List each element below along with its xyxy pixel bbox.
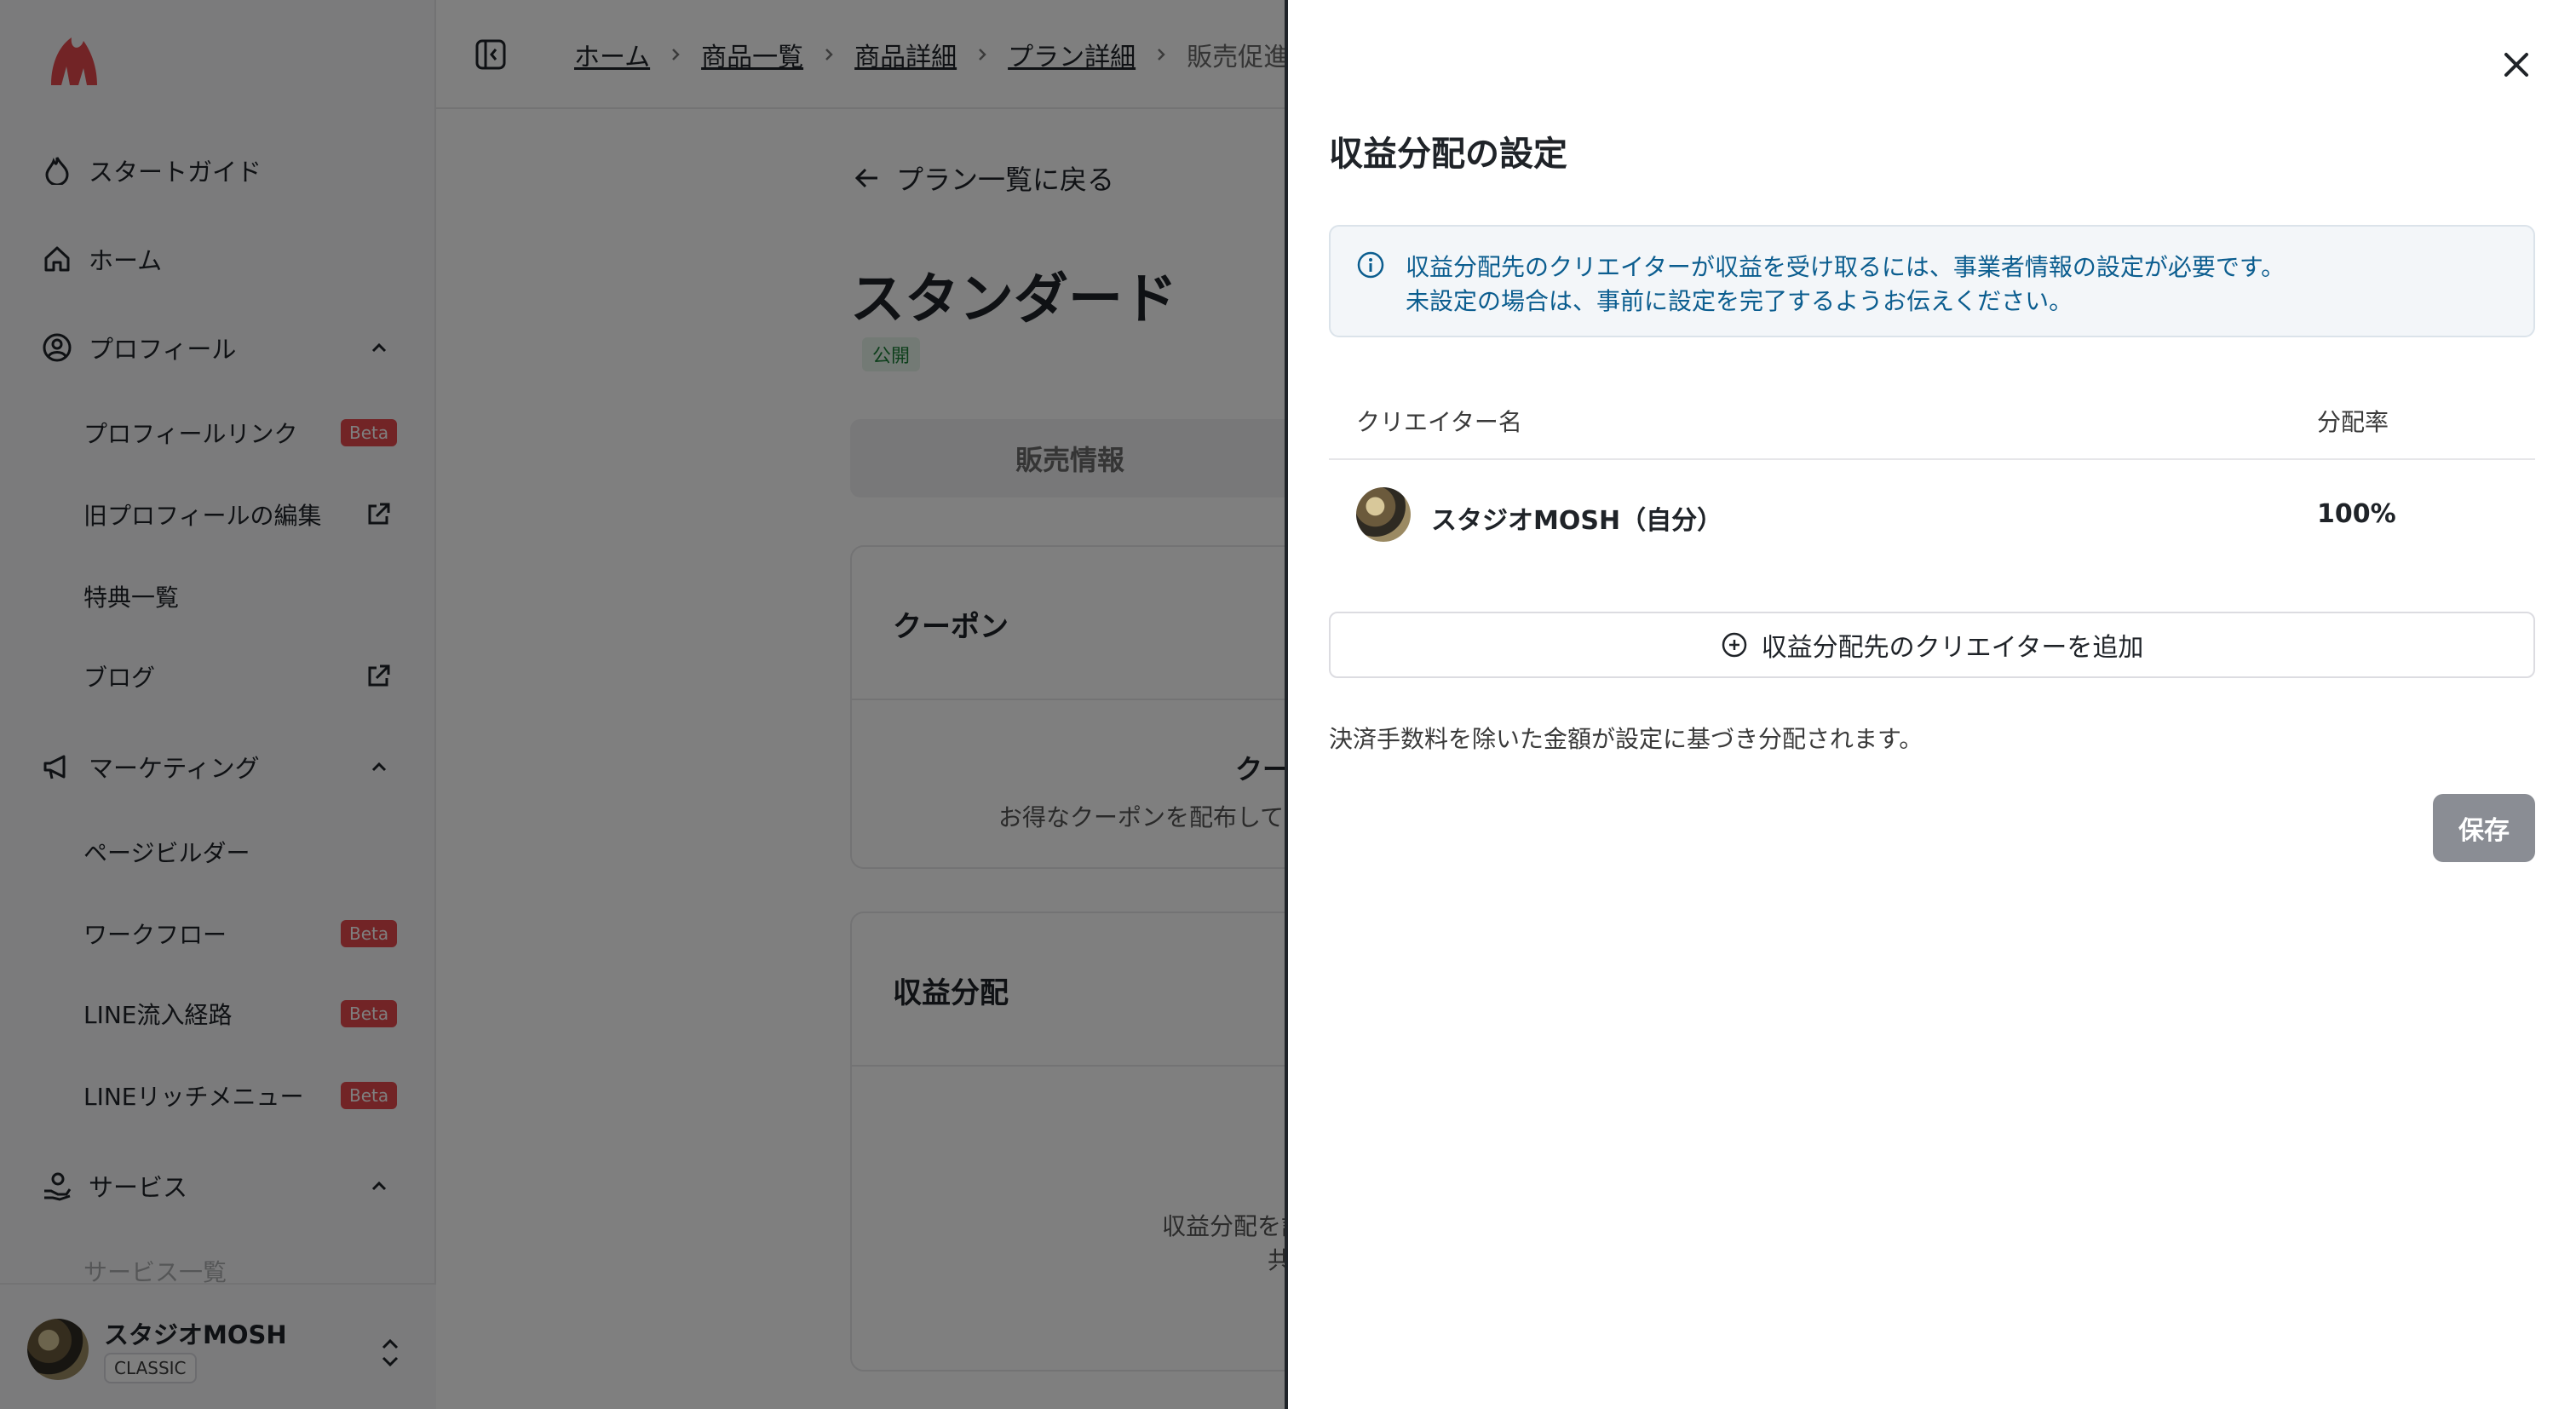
info-line-1: 収益分配先のクリエイターが収益を受け取るには、事業者情報の設定が必要です。 <box>1406 253 2286 281</box>
column-header-rate: 分配率 <box>2317 408 2389 436</box>
table-divider <box>1329 458 2535 460</box>
close-icon[interactable] <box>2496 44 2537 85</box>
column-header-creator: クリエイター名 <box>1356 408 1522 436</box>
fee-note: 決済手数料を除いた金額が設定に基づき分配されます。 <box>1329 725 1923 753</box>
revenue-share-drawer <box>1285 0 2576 1409</box>
info-icon <box>1357 251 1384 279</box>
creator-name: スタジオMOSH（自分） <box>1431 506 1723 536</box>
drawer-title: 収益分配の設定 <box>1329 135 1567 174</box>
add-creator-button[interactable]: 収益分配先のクリエイターを追加 <box>1329 612 2535 678</box>
info-line-2: 未設定の場合は、事前に設定を完了するようお伝えください。 <box>1406 287 2073 315</box>
share-rate: 100% <box>2317 499 2396 529</box>
avatar <box>1356 487 1411 542</box>
add-creator-label: 収益分配先のクリエイターを追加 <box>1761 633 2144 663</box>
plus-circle-icon <box>1722 632 1746 658</box>
save-button[interactable]: 保存 <box>2433 794 2535 862</box>
